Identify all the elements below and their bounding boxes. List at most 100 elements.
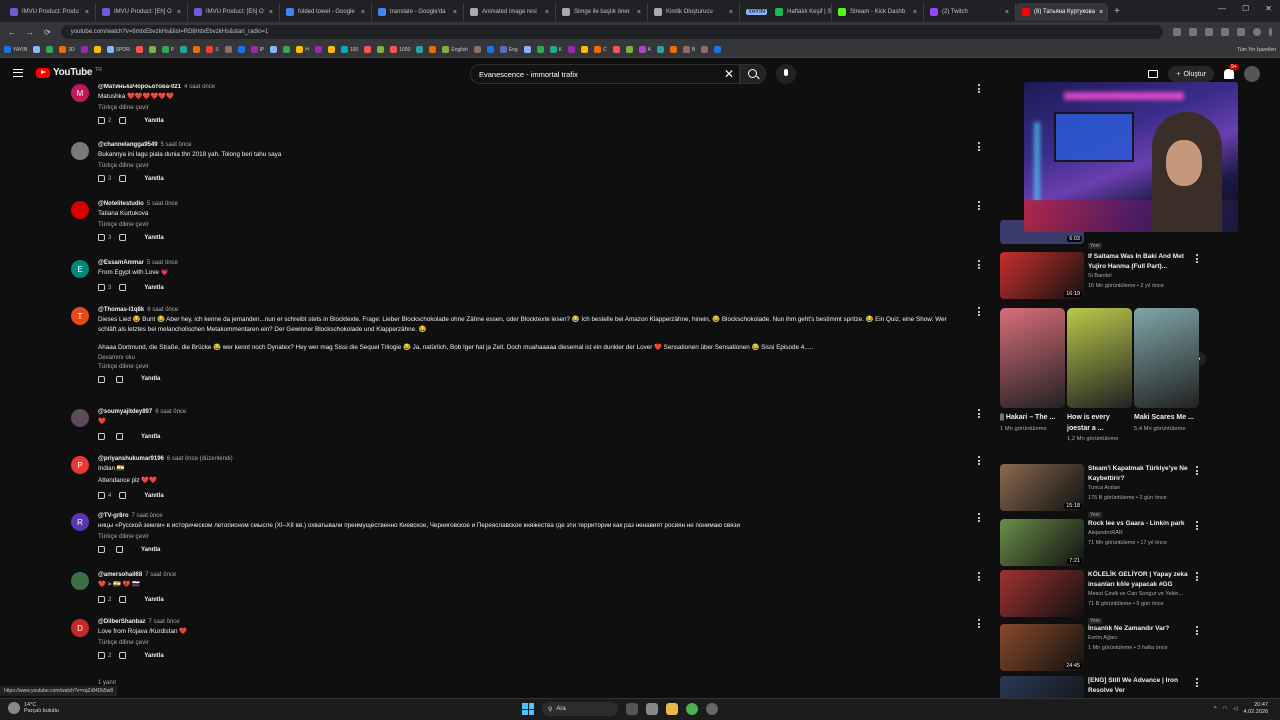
translate-link[interactable]: Türkçe diline çevir — [98, 533, 962, 540]
video-thumbnail[interactable]: 16:19 — [1000, 252, 1084, 299]
create-button[interactable]: + Oluştur — [1168, 66, 1214, 82]
translate-link[interactable]: Türkçe diline çevir — [98, 221, 962, 228]
tab-close-icon[interactable]: × — [85, 9, 89, 16]
like-button[interactable] — [98, 433, 108, 441]
browser-tab[interactable]: IMVU Product: [Eh] O × — [96, 3, 188, 21]
video-title[interactable]: KÖLELİK GELİYOR | Yapay zeka insanları k… — [1088, 570, 1194, 590]
extension-icon[interactable] — [1173, 28, 1181, 36]
bookmark-item[interactable] — [581, 46, 589, 53]
video-thumbnail[interactable] — [1000, 570, 1084, 617]
maximize-icon[interactable]: ☐ — [1242, 4, 1249, 13]
settings-app-icon[interactable] — [646, 703, 658, 715]
channel-name[interactable]: Si Bandel — [1088, 272, 1194, 282]
reply-button[interactable]: Yanıtla — [141, 376, 160, 382]
commenter-avatar[interactable] — [71, 201, 89, 219]
like-button[interactable] — [98, 375, 108, 383]
tab-close-icon[interactable]: × — [1099, 9, 1103, 16]
browser-tab[interactable]: YAYINHaftalık Keşif | Spotify× — [740, 3, 832, 21]
volume-icon[interactable]: ◁ — [1233, 706, 1237, 712]
voice-search-button[interactable] — [776, 64, 796, 84]
dislike-button[interactable] — [119, 596, 127, 604]
comment-time[interactable]: 7 saat önce — [145, 572, 176, 578]
tab-close-icon[interactable]: × — [913, 9, 917, 16]
video-thumbnail[interactable]: 15:18 — [1000, 464, 1084, 511]
video-title[interactable]: Steam'i Kapatmak Türkiye'ye Ne Kaybettir… — [1088, 464, 1194, 484]
tab-close-icon[interactable]: × — [1005, 9, 1009, 16]
related-video[interactable]: KÖLELİK GELİYOR | Yapay zeka insanları k… — [1000, 570, 1210, 625]
video-thumbnail[interactable]: 7:21 — [1000, 519, 1084, 566]
comment-author[interactable]: @priyanshukumar9196 — [98, 456, 164, 462]
comment-time[interactable]: 5 saat önce — [161, 142, 192, 148]
dislike-button[interactable] — [116, 546, 123, 554]
reply-button[interactable]: Yanıtla — [141, 547, 160, 553]
reload-icon[interactable]: ⟳ — [44, 28, 51, 37]
comment-time[interactable]: 5 saat önce — [147, 201, 178, 207]
extension-icon[interactable] — [1237, 28, 1245, 36]
translate-link[interactable]: Türkçe diline çevir — [98, 363, 962, 370]
chrome-icon[interactable] — [686, 703, 698, 715]
windows-start-icon[interactable] — [522, 703, 534, 715]
bookmark-item[interactable] — [148, 46, 156, 53]
reply-button[interactable]: Yanıtla — [144, 176, 163, 182]
search-input[interactable]: Evanescence - immortal trafix — [470, 64, 740, 84]
commenter-avatar[interactable]: D — [71, 619, 89, 637]
search-button[interactable] — [740, 64, 766, 84]
taskbar-search[interactable]: ⚲ Ara — [542, 702, 618, 716]
bookmark-item[interactable]: H — [296, 46, 309, 53]
like-button[interactable]: 2 — [98, 596, 111, 604]
browser-tab[interactable]: Simge ile başlık öner × — [556, 3, 648, 21]
new-tab-icon[interactable]: + — [1114, 6, 1120, 17]
short-thumbnail[interactable] — [1000, 308, 1065, 408]
more-options-icon[interactable] — [1196, 626, 1198, 637]
dislike-button[interactable] — [119, 175, 127, 183]
tab-close-icon[interactable]: × — [729, 9, 733, 16]
translate-link[interactable]: Türkçe diline çevir — [98, 639, 962, 646]
comment-author[interactable]: @soumyajitdey897 — [98, 409, 152, 415]
more-options-icon[interactable] — [978, 572, 981, 583]
clear-search-icon[interactable]: ✕ — [724, 67, 734, 81]
bookmark-item[interactable] — [714, 46, 722, 53]
weather-widget[interactable]: 14°C Parçalı bulutlu — [8, 702, 59, 714]
bookmark-item[interactable]: P — [161, 46, 174, 53]
bookmark-item[interactable] — [364, 46, 372, 53]
bookmark-item[interactable]: 100 — [340, 46, 358, 53]
forward-icon[interactable]: → — [26, 28, 34, 37]
bookmark-item[interactable] — [473, 46, 481, 53]
comment-time[interactable]: 7 saat önce — [132, 513, 163, 519]
like-button[interactable] — [98, 546, 108, 554]
more-options-icon[interactable] — [978, 201, 981, 212]
cast-icon[interactable] — [1148, 70, 1159, 78]
profile-icon[interactable] — [1253, 28, 1261, 36]
bookmark-item[interactable] — [536, 46, 544, 53]
bookmark-item[interactable] — [270, 46, 278, 53]
comment-author[interactable]: @amersohail68 — [98, 572, 142, 578]
reply-button[interactable]: Yanıtla — [141, 434, 160, 440]
short-video[interactable]: Maki Scares Me ... 5,4 Mn görüntüleme — [1134, 308, 1199, 434]
bookmark-item[interactable] — [180, 46, 188, 53]
browser-tab[interactable]: translate - Google'da × — [372, 3, 464, 21]
like-button[interactable]: 3 — [98, 234, 111, 242]
app-icon[interactable] — [706, 703, 718, 715]
commenter-avatar[interactable]: E — [71, 260, 89, 278]
bookmark-item[interactable] — [283, 46, 291, 53]
reply-button[interactable]: Yanıtla — [144, 493, 163, 499]
browser-tab[interactable]: IMVU Product: Produ × — [4, 3, 96, 21]
short-video[interactable]: How is every joestar a ... 1,2 Mn görüntü… — [1067, 308, 1132, 444]
more-options-icon[interactable] — [1196, 521, 1198, 532]
youtube-logo[interactable]: YouTube TR — [36, 67, 102, 78]
reply-button[interactable]: Yanıtla — [144, 653, 163, 659]
more-options-icon[interactable] — [978, 619, 981, 630]
bookmark-item[interactable] — [135, 46, 143, 53]
bookmark-item[interactable] — [669, 46, 677, 53]
comment-time[interactable]: 4 saat önce — [184, 84, 215, 90]
commenter-avatar[interactable]: M — [71, 84, 89, 102]
browser-tab[interactable]: Animated image resi × — [464, 3, 556, 21]
like-button[interactable]: 3 — [98, 284, 111, 292]
related-video[interactable]: 15:18 Steam'i Kapatmak Türkiye'ye Ne Kayb… — [1000, 464, 1210, 519]
more-options-icon[interactable] — [1196, 572, 1198, 583]
short-thumbnail[interactable] — [1067, 308, 1132, 408]
channel-name[interactable]: Tunca Arslan — [1088, 484, 1194, 494]
bookmark-item[interactable] — [80, 46, 88, 53]
comment-author[interactable]: @DilberShanbaz — [98, 619, 146, 625]
tab-close-icon[interactable]: × — [361, 9, 365, 16]
